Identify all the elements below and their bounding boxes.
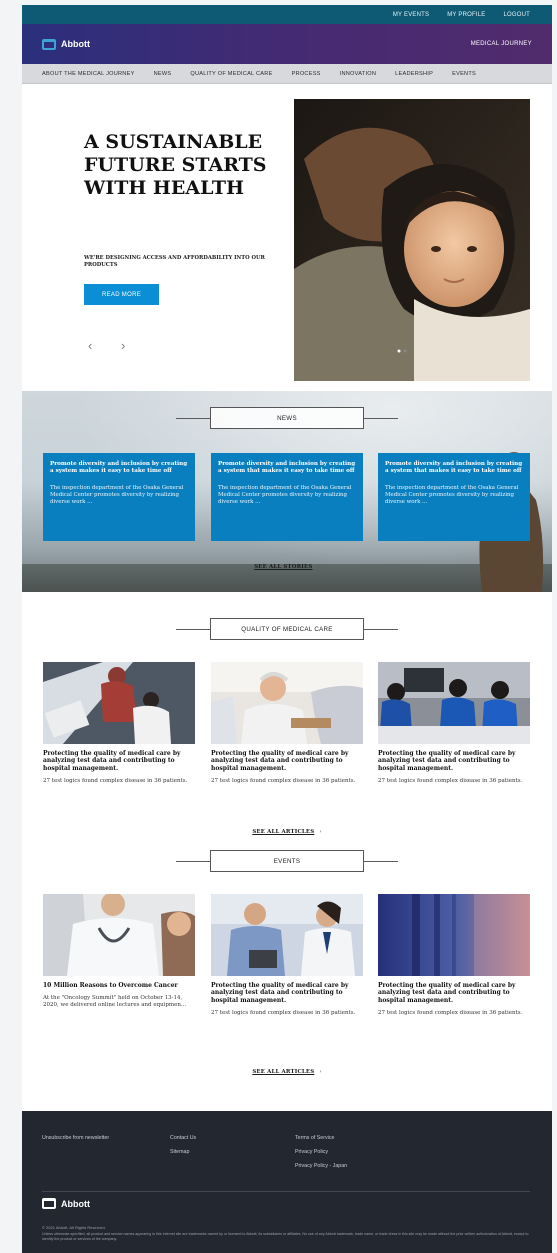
- privacy-link[interactable]: Privacy Policy: [295, 1149, 328, 1155]
- nav-process[interactable]: PROCESS: [292, 71, 321, 77]
- event-card[interactable]: Protecting the quality of medical care b…: [378, 894, 530, 1017]
- my-profile-link[interactable]: MY PROFILE: [447, 12, 485, 18]
- news-card-title: Promote diversity and inclusion by creat…: [385, 461, 523, 474]
- main-nav: ABOUT THE MEDICAL JOURNEY NEWS QUALITY O…: [22, 64, 552, 84]
- news-heading: NEWS: [22, 407, 552, 429]
- privacy-japan-link[interactable]: Privacy Policy - Japan: [295, 1163, 347, 1169]
- carousel-prev-icon[interactable]: ‹: [88, 338, 92, 353]
- event-card-desc: At the "Oncology Summit" held on October…: [43, 995, 187, 1009]
- read-more-button[interactable]: READ MORE: [84, 284, 159, 305]
- nav-about[interactable]: ABOUT THE MEDICAL JOURNEY: [42, 71, 135, 77]
- sitemap-link[interactable]: Sitemap: [170, 1149, 189, 1155]
- event-card-title: Protecting the quality of medical care b…: [211, 982, 349, 1004]
- event-card-image: [378, 894, 530, 976]
- brand-bar: Abbott MEDICAL JOURNEY: [22, 24, 552, 64]
- chevron-right-icon: ›: [319, 829, 322, 835]
- nav-quality[interactable]: QUALITY OF MEDICAL CARE: [190, 71, 272, 77]
- quality-card-title: Protecting the quality of medical care b…: [211, 750, 349, 772]
- quality-card-image: [211, 662, 363, 744]
- footer-logo-text: Abbott: [61, 1198, 90, 1209]
- legal-notice: Unless otherwise specified, all product …: [42, 1232, 529, 1241]
- quality-card-desc: 27 test logics found complex disease in …: [378, 778, 523, 785]
- footer-divider: [42, 1191, 530, 1192]
- nav-news[interactable]: NEWS: [154, 71, 172, 77]
- news-card-desc: The inspection department of the Osaka G…: [50, 485, 184, 505]
- quality-card[interactable]: Protecting the quality of medical care b…: [378, 662, 530, 785]
- news-card[interactable]: Promote diversity and inclusion by creat…: [378, 453, 530, 541]
- terms-link[interactable]: Terms of Service: [295, 1135, 334, 1141]
- see-all-events-link[interactable]: SEE ALL ARTICLES ›: [22, 1069, 552, 1075]
- hero-image: [294, 99, 530, 381]
- event-card-image: [43, 894, 195, 976]
- footer-logo[interactable]: Abbott: [42, 1198, 90, 1209]
- event-card[interactable]: Protecting the quality of medical care b…: [211, 894, 363, 1017]
- nav-events[interactable]: EVENTS: [452, 71, 476, 77]
- events-heading: EVENTS: [22, 850, 552, 872]
- page: MY EVENTS MY PROFILE LOGOUT Abbott MEDIC…: [22, 5, 552, 1253]
- news-card-desc: The inspection department of the Osaka G…: [218, 485, 352, 505]
- quality-card-title: Protecting the quality of medical care b…: [43, 750, 181, 772]
- quality-card[interactable]: Protecting the quality of medical care b…: [211, 662, 363, 785]
- unsubscribe-link[interactable]: Unsubscribe from newsletter: [42, 1135, 109, 1141]
- abbott-logo-icon: [42, 38, 56, 50]
- logo-text: Abbott: [61, 39, 90, 49]
- utility-bar: MY EVENTS MY PROFILE LOGOUT: [22, 5, 552, 24]
- see-all-articles-link[interactable]: SEE ALL ARTICLES ›: [22, 829, 552, 835]
- copyright: © 2021 Abbott. All Rights Reserved.: [42, 1225, 106, 1230]
- event-card-image: [211, 894, 363, 976]
- my-events-link[interactable]: MY EVENTS: [393, 12, 429, 18]
- event-card[interactable]: 10 Million Reasons to Overcome Cancer At…: [43, 894, 195, 1009]
- events-section: EVENTS 10 Million Reasons to Overcome Ca…: [22, 847, 552, 1099]
- carousel-next-icon[interactable]: ›: [121, 338, 125, 353]
- hero: A SUSTAINABLE FUTURE STARTS WITH HEALTH …: [22, 84, 552, 391]
- quality-card[interactable]: Protecting the quality of medical care b…: [43, 662, 195, 785]
- hero-title: A SUSTAINABLE FUTURE STARTS WITH HEALTH: [84, 131, 267, 199]
- quality-card-image: [378, 662, 530, 744]
- site-name[interactable]: MEDICAL JOURNEY: [471, 41, 532, 47]
- abbott-logo[interactable]: Abbott: [42, 38, 90, 50]
- abbott-logo-icon: [42, 1198, 56, 1209]
- quality-card-desc: 27 test logics found complex disease in …: [43, 778, 188, 785]
- chevron-right-icon: ›: [317, 564, 320, 570]
- news-card-title: Promote diversity and inclusion by creat…: [50, 461, 188, 474]
- news-card[interactable]: Promote diversity and inclusion by creat…: [211, 453, 363, 541]
- news-section: NEWS Promote diversity and inclusion by …: [22, 391, 552, 592]
- quality-card-title: Protecting the quality of medical care b…: [378, 750, 516, 772]
- quality-card-image: [43, 662, 195, 744]
- footer: Unsubscribe from newsletter Contact Us S…: [22, 1111, 552, 1253]
- chevron-right-icon: ›: [319, 1069, 322, 1075]
- quality-card-desc: 27 test logics found complex disease in …: [211, 778, 356, 785]
- hero-subtitle: WE'RE DESIGNING ACCESS AND AFFORDABILITY…: [84, 255, 265, 268]
- logout-link[interactable]: LOGOUT: [503, 12, 530, 18]
- nav-innovation[interactable]: INNOVATION: [340, 71, 376, 77]
- news-card-title: Promote diversity and inclusion by creat…: [218, 461, 356, 474]
- quality-heading: QUALITY OF MEDICAL CARE: [22, 618, 552, 640]
- nav-leadership[interactable]: LEADERSHIP: [395, 71, 433, 77]
- quality-section: QUALITY OF MEDICAL CARE Protecting the q…: [22, 592, 552, 847]
- news-card-desc: The inspection department of the Osaka G…: [385, 485, 519, 505]
- event-card-desc: 27 test logics found complex disease in …: [378, 1010, 523, 1017]
- news-card[interactable]: Promote diversity and inclusion by creat…: [43, 453, 195, 541]
- see-all-stories-link[interactable]: SEE ALL STORIES ›: [22, 564, 552, 570]
- event-card-title: 10 Million Reasons to Overcome Cancer: [43, 982, 178, 989]
- event-card-desc: 27 test logics found complex disease in …: [211, 1010, 356, 1017]
- contact-us-link[interactable]: Contact Us: [170, 1135, 196, 1141]
- event-card-title: Protecting the quality of medical care b…: [378, 982, 516, 1004]
